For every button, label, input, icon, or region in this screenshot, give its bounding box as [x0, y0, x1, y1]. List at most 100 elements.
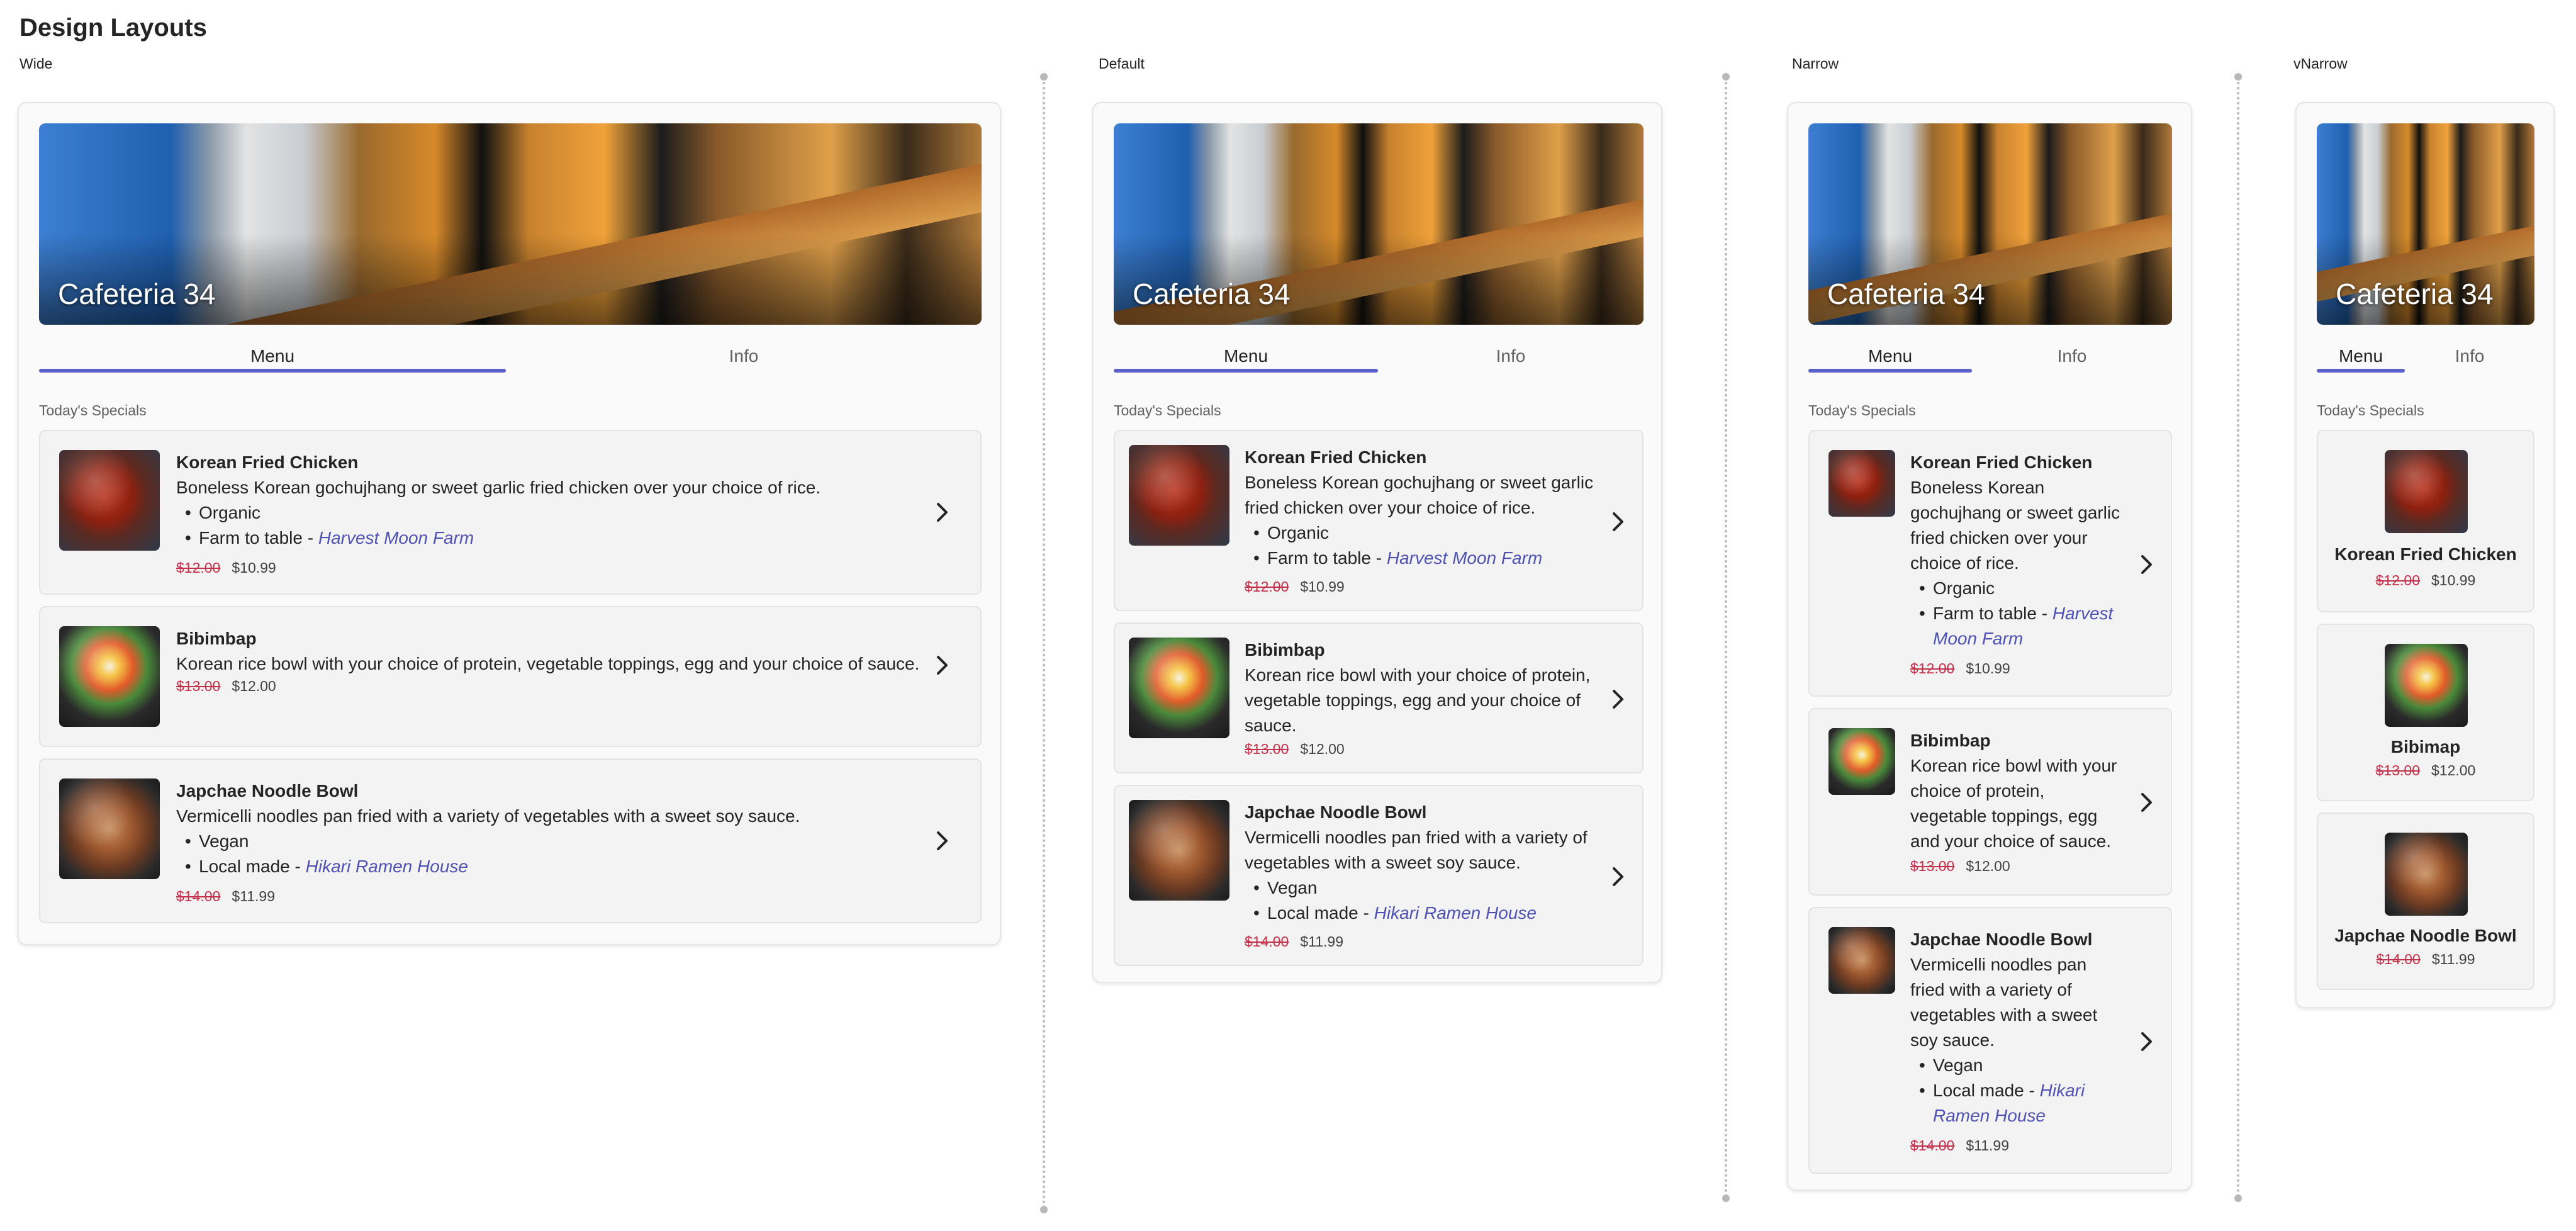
bibimbap-photo	[1129, 638, 1229, 738]
layout-divider	[1722, 73, 1730, 1202]
item-title: Korean Fried Chicken	[2334, 544, 2517, 564]
original-price: $13.00	[1910, 858, 1955, 874]
chevron-right-icon[interactable]	[1608, 687, 1627, 712]
item-description-text: Boneless Korean gochujhang or sweet garl…	[1245, 473, 1594, 517]
korean-fried-chicken-photo	[59, 450, 160, 551]
tab-menu[interactable]: Menu	[1114, 344, 1378, 373]
item-title: Japchae Noodle Bowl	[176, 781, 359, 801]
chevron-right-icon[interactable]	[932, 828, 951, 853]
item-title: Korean Fried Chicken	[1910, 452, 2093, 472]
menu-item-japchae[interactable]: Japchae Noodle Bowl Vermicelli noodles p…	[39, 758, 982, 923]
original-price: $13.00	[176, 678, 221, 694]
original-price: $12.00	[1910, 660, 1955, 677]
korean-fried-chicken-photo	[1828, 450, 1895, 517]
item-description: Boneless Korean gochujhang or sweet garl…	[1245, 470, 1597, 571]
item-prices: $12.00 $10.99	[1245, 578, 1345, 595]
farm-link[interactable]: Harvest Moon Farm	[1387, 548, 1542, 568]
cafeteria-title: Cafeteria 34	[2336, 278, 2494, 310]
tab-info[interactable]: Info	[2405, 344, 2534, 373]
chevron-right-icon[interactable]	[1608, 864, 1627, 889]
item-description-text: Vermicelli noodles pan fried with a vari…	[1910, 955, 2098, 1050]
layout-divider	[1040, 73, 1048, 1213]
item-prices: $14.00 $11.99	[176, 888, 275, 905]
page-title: Design Layouts	[20, 14, 207, 42]
chevron-right-icon[interactable]	[2137, 1029, 2156, 1054]
item-description-text: Vermicelli noodles pan fried with a vari…	[1245, 828, 1588, 872]
restaurant-link[interactable]: Hikari Ramen House	[1374, 903, 1537, 923]
korean-fried-chicken-photo	[2385, 450, 2468, 533]
item-tag-prefix: Local made -	[1267, 903, 1374, 923]
sale-price: $10.99	[1300, 578, 1345, 595]
menu-item-korean-fried-chicken[interactable]: Korean Fried Chicken Boneless Korean goc…	[1114, 430, 1644, 611]
chevron-right-icon[interactable]	[932, 653, 951, 678]
menu-item-japchae[interactable]: Japchae Noodle Bowl Vermicelli noodles p…	[1808, 907, 2172, 1174]
cafeteria-card-narrow: Cafeteria 34 Menu Info Today's Specials …	[1787, 102, 2192, 1191]
item-description: Vermicelli noodles pan fried with a vari…	[176, 804, 919, 879]
item-tag-prefix: Local made -	[1933, 1081, 2040, 1100]
item-tag: Local made - Hikari Ramen House	[1919, 1078, 2124, 1128]
item-tag: Farm to table - Harvest Moon Farm	[1919, 601, 2124, 651]
menu-item-bibimbap[interactable]: Bibimap $13.00 $12.00	[2317, 624, 2534, 801]
item-description: Boneless Korean gochujhang or sweet garl…	[176, 475, 919, 551]
cafeteria-hero-image: Cafeteria 34	[39, 123, 982, 325]
item-prices: $12.00 $10.99	[176, 559, 276, 576]
item-tags: Organic Farm to table - Harvest Moon Far…	[1245, 520, 1597, 571]
menu-item-korean-fried-chicken[interactable]: Korean Fried Chicken Boneless Korean goc…	[1808, 430, 2172, 697]
item-title: Japchae Noodle Bowl	[1245, 802, 1427, 822]
sale-price: $10.99	[1966, 660, 2010, 677]
layout-label-default: Default	[1099, 55, 1145, 72]
sale-price: $11.99	[2431, 951, 2475, 967]
tab-info[interactable]: Info	[1972, 344, 2172, 373]
original-price: $12.00	[1245, 578, 1289, 595]
item-title: Bibimbap	[1245, 640, 1325, 660]
menu-item-bibimbap[interactable]: Bibimbap Korean rice bowl with your choi…	[39, 606, 982, 747]
item-tag: Organic	[1919, 576, 2124, 601]
tab-menu[interactable]: Menu	[1808, 344, 1972, 373]
sale-price: $11.99	[1966, 1137, 2009, 1154]
item-description-text: Korean rice bowl with your choice of pro…	[176, 654, 920, 673]
item-title: Bibimbap	[1910, 731, 1991, 750]
item-tags: Vegan Local made - Hikari Ramen House	[176, 829, 919, 879]
item-tag-prefix: Farm to table -	[1267, 548, 1387, 568]
japchae-photo	[2385, 833, 2468, 916]
cafeteria-title: Cafeteria 34	[58, 278, 216, 310]
original-price: $14.00	[1910, 1137, 1955, 1154]
item-title: Japchae Noodle Bowl	[1910, 930, 2093, 949]
tab-menu[interactable]: Menu	[39, 344, 506, 373]
tab-info[interactable]: Info	[1378, 344, 1644, 373]
tab-bar: Menu Info	[1114, 344, 1644, 373]
item-tag-prefix: Farm to table -	[199, 528, 318, 548]
chevron-right-icon[interactable]	[2137, 790, 2156, 815]
item-title: Korean Fried Chicken	[1245, 447, 1427, 467]
japchae-photo	[59, 779, 160, 879]
menu-item-bibimbap[interactable]: Bibimbap Korean rice bowl with your choi…	[1114, 622, 1644, 773]
tab-bar: Menu Info	[39, 344, 982, 373]
sale-price: $11.99	[1300, 933, 1343, 950]
menu-item-korean-fried-chicken[interactable]: Korean Fried Chicken Boneless Korean goc…	[39, 430, 982, 595]
original-price: $14.00	[2376, 951, 2421, 967]
original-price: $13.00	[1245, 741, 1289, 757]
item-tag: Organic	[185, 500, 919, 526]
item-title: Bibimbap	[176, 629, 257, 648]
item-tag: Farm to table - Harvest Moon Farm	[1253, 546, 1597, 571]
section-label: Today's Specials	[39, 402, 147, 419]
tab-menu[interactable]: Menu	[2317, 344, 2405, 373]
item-description: Korean rice bowl with your choice of pro…	[176, 651, 931, 677]
original-price: $14.00	[176, 888, 221, 904]
farm-link[interactable]: Harvest Moon Farm	[318, 528, 474, 548]
chevron-right-icon[interactable]	[1608, 509, 1627, 534]
menu-item-korean-fried-chicken[interactable]: Korean Fried Chicken $12.00 $10.99	[2317, 430, 2534, 612]
restaurant-link[interactable]: Hikari Ramen House	[306, 857, 468, 876]
chevron-right-icon[interactable]	[2137, 552, 2156, 577]
chevron-right-icon[interactable]	[932, 500, 951, 525]
menu-item-japchae[interactable]: Japchae Noodle Bowl Vermicelli noodles p…	[1114, 785, 1644, 966]
menu-item-japchae[interactable]: Japchae Noodle Bowl $14.00 $11.99	[2317, 812, 2534, 990]
menu-item-bibimbap[interactable]: Bibimbap Korean rice bowl with your choi…	[1808, 708, 2172, 896]
tab-info[interactable]: Info	[506, 344, 982, 373]
cafeteria-card-default: Cafeteria 34 Menu Info Today's Specials …	[1092, 102, 1662, 983]
item-description-text: Korean rice bowl with your choice of pro…	[1245, 665, 1591, 735]
original-price: $12.00	[176, 559, 221, 576]
sale-price: $12.00	[2431, 762, 2476, 779]
cafeteria-card-wide: Cafeteria 34 Menu Info Today's Specials …	[18, 102, 1001, 945]
item-prices: $12.00 $10.99	[1910, 660, 2010, 677]
